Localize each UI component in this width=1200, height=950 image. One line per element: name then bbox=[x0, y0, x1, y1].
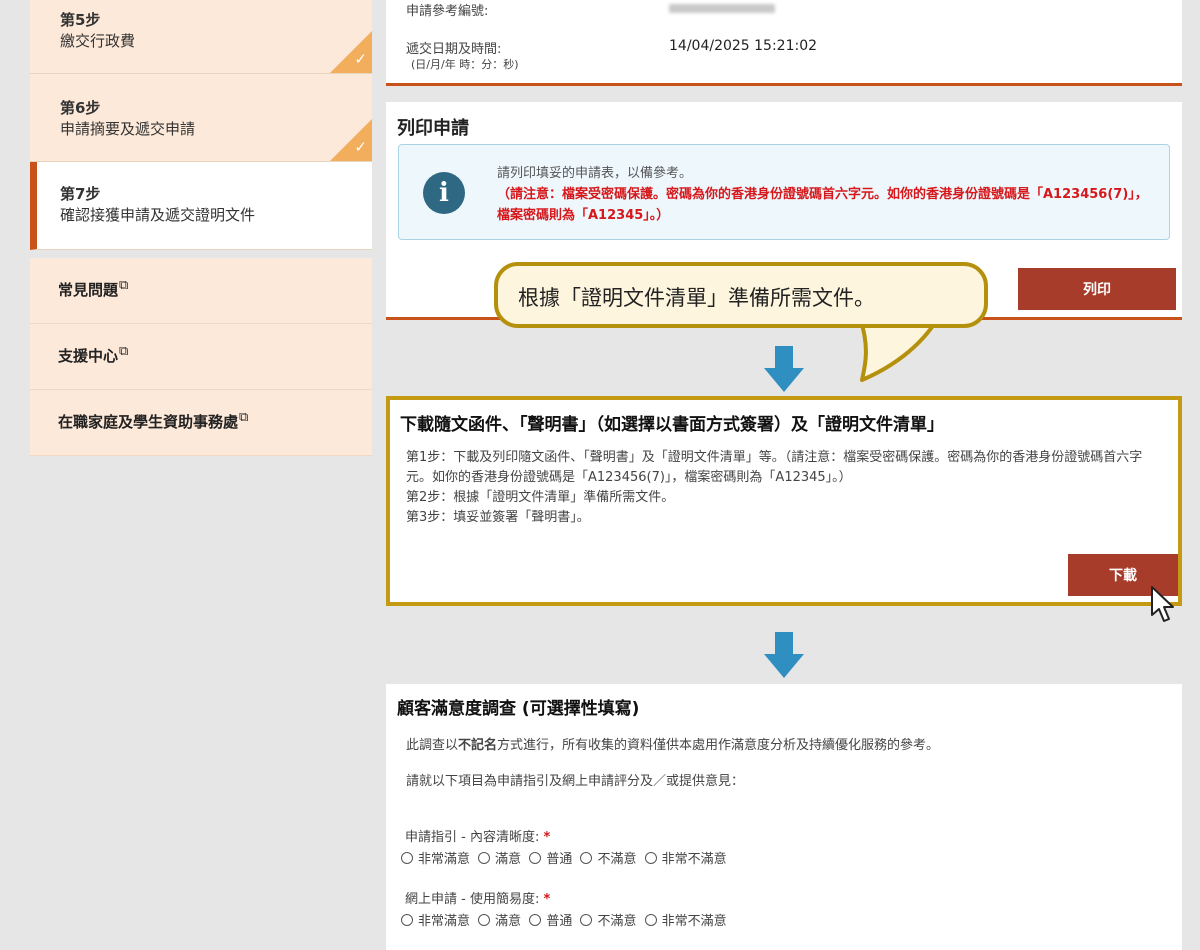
survey-instruction: 請就以下項目為申請指引及網上申請評分及／或提供意見： bbox=[406, 774, 745, 789]
info-box: i 請列印填妥的申請表，以備參考。 （請注意：檔案受密碼保護。密碼為你的香港身份… bbox=[398, 144, 1170, 240]
option-label: 普通 bbox=[546, 852, 573, 867]
step-instruction-2: 第2步：根據「證明文件清單」準備所需文件。 bbox=[406, 490, 675, 505]
sidebar: 第5步 繳交行政費 ✓ 第6步 申請摘要及遞交申請 ✓ 第7步 確認接獲申請及遞… bbox=[30, 0, 372, 456]
radio-button[interactable] bbox=[478, 852, 491, 864]
link-label: 支援中心 bbox=[58, 347, 119, 365]
option-label: 滿意 bbox=[495, 914, 522, 929]
ref-number-value-redacted bbox=[669, 4, 775, 13]
info-icon: i bbox=[423, 172, 465, 214]
radio-button[interactable] bbox=[580, 852, 593, 864]
down-arrow-icon bbox=[764, 346, 804, 392]
submitted-value: 14/04/2025 15:21:02 bbox=[669, 38, 818, 54]
sidebar-links: 常見問題⧉ 支援中心⧉ 在職家庭及學生資助事務處⧉ bbox=[30, 258, 372, 456]
rating-option[interactable]: 不滿意 bbox=[580, 914, 636, 929]
external-link-icon: ⧉ bbox=[119, 278, 129, 293]
rating-option[interactable]: 普通 bbox=[529, 914, 572, 929]
radio-button[interactable] bbox=[401, 914, 413, 926]
radio-button[interactable] bbox=[529, 914, 542, 926]
rating-option[interactable]: 非常滿意 bbox=[401, 852, 470, 867]
callout-bubble: 根據「證明文件清單」準備所需文件。 bbox=[494, 262, 988, 328]
option-label: 不滿意 bbox=[597, 914, 637, 929]
download-instructions: 第1步：下載及列印隨文函件、「聲明書」及「證明文件清單」等。（請注意：檔案受密碼… bbox=[406, 448, 1166, 528]
rating-group-online-ease: 非常滿意 滿意 普通 不滿意 非常不滿意 bbox=[401, 910, 731, 929]
rating-group-guide-clarity: 非常滿意 滿意 普通 不滿意 非常不滿意 bbox=[401, 848, 731, 867]
option-label: 不滿意 bbox=[597, 852, 637, 867]
option-label: 非常不滿意 bbox=[661, 914, 727, 929]
checkmark-icon: ✓ bbox=[354, 138, 367, 156]
survey-intro-text: 方式進行，所有收集的資料僅供本處用作滿意度分析及持續優化服務的參考。 bbox=[497, 738, 940, 753]
option-label: 非常不滿意 bbox=[661, 852, 727, 867]
info-line: 請列印填妥的申請表，以備參考。 bbox=[497, 166, 693, 181]
checkmark-icon: ✓ bbox=[354, 50, 367, 68]
download-section-title: 下載隨文函件、「聲明書」（如選擇以書面方式簽署）及「證明文件清單」 bbox=[400, 415, 944, 435]
rating-option[interactable]: 不滿意 bbox=[580, 852, 636, 867]
question-text: 申請指引 - 內容清晰度: bbox=[405, 830, 540, 845]
print-section-title: 列印申請 bbox=[397, 118, 469, 139]
survey-panel: 顧客滿意度調查 (可選擇性填寫) 此調查以不記名方式進行，所有收集的資料僅供本處… bbox=[386, 684, 1182, 950]
question-text: 網上申請 - 使用簡易度: bbox=[405, 892, 540, 907]
step-5-number: 第5步 bbox=[60, 11, 101, 29]
mouse-cursor-icon bbox=[1151, 586, 1174, 622]
step-instruction-1: 第1步：下載及列印隨文函件、「聲明書」及「證明文件清單」等。（請注意：檔案受密碼… bbox=[406, 450, 1143, 485]
sidebar-link-wfsfaa[interactable]: 在職家庭及學生資助事務處⧉ bbox=[30, 390, 372, 456]
step-6-title: 申請摘要及遞交申請 bbox=[60, 120, 196, 138]
step-6-number: 第6步 bbox=[60, 99, 101, 117]
survey-title: 顧客滿意度調查 (可選擇性填寫) bbox=[397, 699, 640, 719]
rating-option[interactable]: 滿意 bbox=[478, 914, 521, 929]
submitted-format-hint: (日/月/年 時：分：秒) bbox=[411, 58, 519, 71]
step-7-title: 確認接獲申請及遞交證明文件 bbox=[60, 206, 256, 224]
rating-option[interactable]: 普通 bbox=[529, 852, 572, 867]
sidebar-link-support[interactable]: 支援中心⧉ bbox=[30, 324, 372, 390]
step-7-number: 第7步 bbox=[60, 185, 101, 203]
survey-intro: 此調查以不記名方式進行，所有收集的資料僅供本處用作滿意度分析及持續優化服務的參考… bbox=[406, 734, 939, 753]
survey-intro-emphasis: 不記名 bbox=[458, 738, 498, 753]
step-instruction-3: 第3步：填妥並簽署「聲明書」。 bbox=[406, 510, 590, 525]
external-link-icon: ⧉ bbox=[119, 344, 129, 359]
question-label-guide-clarity: 申請指引 - 內容清晰度: * bbox=[405, 826, 550, 845]
radio-button[interactable] bbox=[644, 914, 657, 926]
callout-tail bbox=[858, 318, 940, 382]
rating-option[interactable]: 非常不滿意 bbox=[644, 914, 727, 929]
download-panel: 下載隨文函件、「聲明書」（如選擇以書面方式簽署）及「證明文件清單」 第1步：下載… bbox=[386, 396, 1182, 606]
rating-option[interactable]: 滿意 bbox=[478, 852, 521, 867]
sidebar-link-faq[interactable]: 常見問題⧉ bbox=[30, 258, 372, 324]
radio-button[interactable] bbox=[644, 852, 657, 864]
callout-text: 根據「證明文件清單」準備所需文件。 bbox=[518, 286, 875, 310]
rating-option[interactable]: 非常滿意 bbox=[401, 914, 470, 929]
option-label: 非常滿意 bbox=[418, 852, 471, 867]
option-label: 滿意 bbox=[495, 852, 522, 867]
down-arrow-icon bbox=[764, 632, 804, 678]
password-warning: （請注意：檔案受密碼保護。密碼為你的香港身份證號碼首六字元。如你的香港身份證號碼… bbox=[497, 187, 1148, 223]
radio-button[interactable] bbox=[580, 914, 593, 926]
radio-button[interactable] bbox=[529, 852, 542, 864]
submitted-label: 遞交日期及時間: bbox=[406, 42, 502, 57]
link-label: 常見問題 bbox=[58, 281, 119, 299]
survey-intro-text: 此調查以 bbox=[406, 738, 459, 753]
external-link-icon: ⧉ bbox=[239, 410, 249, 425]
link-label: 在職家庭及學生資助事務處 bbox=[58, 413, 239, 431]
required-marker: * bbox=[543, 830, 551, 845]
step-7-current[interactable]: 第7步 確認接獲申請及遞交證明文件 bbox=[30, 162, 372, 250]
option-label: 普通 bbox=[546, 914, 573, 929]
step-5-title: 繳交行政費 bbox=[60, 32, 136, 50]
option-label: 非常滿意 bbox=[418, 914, 471, 929]
radio-button[interactable] bbox=[401, 852, 413, 864]
step-6[interactable]: 第6步 申請摘要及遞交申請 ✓ bbox=[30, 74, 372, 162]
ref-number-label: 申請參考編號: bbox=[406, 4, 489, 19]
rating-option[interactable]: 非常不滿意 bbox=[644, 852, 727, 867]
info-text: 請列印填妥的申請表，以備參考。 （請注意：檔案受密碼保護。密碼為你的香港身份證號… bbox=[497, 163, 1157, 226]
question-label-online-ease: 網上申請 - 使用簡易度: * bbox=[405, 888, 550, 907]
radio-button[interactable] bbox=[478, 914, 491, 926]
step-5[interactable]: 第5步 繳交行政費 ✓ bbox=[30, 0, 372, 74]
required-marker: * bbox=[543, 892, 551, 907]
print-button[interactable]: 列印 bbox=[1018, 268, 1176, 310]
confirmation-panel: 申請參考編號: 遞交日期及時間: (日/月/年 時：分：秒) 14/04/202… bbox=[386, 0, 1182, 86]
